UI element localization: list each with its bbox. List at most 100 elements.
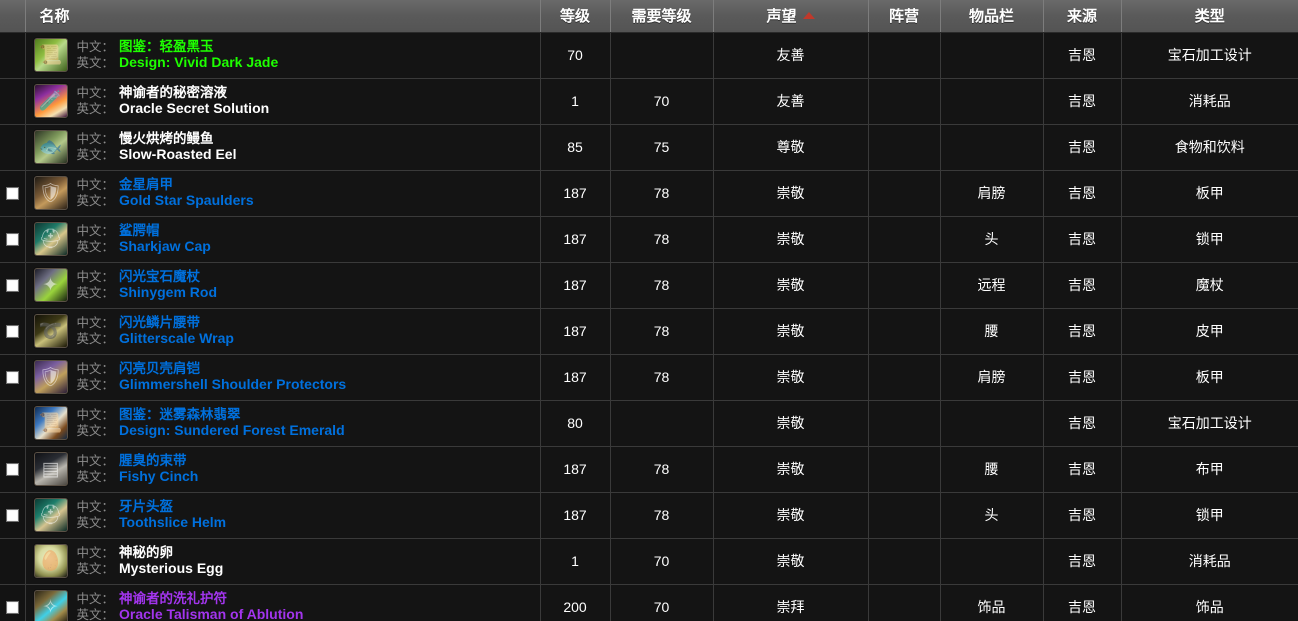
checkbox-unchecked-icon[interactable] bbox=[5, 600, 19, 614]
table-row[interactable]: ⛑ 中文： 牙片头盔 英文： Toothslice Helm 187 78 崇敬 头 吉恩 锁甲 bbox=[0, 492, 1298, 539]
item-name-english[interactable]: Oracle Talisman of Ablution bbox=[119, 607, 303, 621]
table-row[interactable]: 🛡 中文： 闪亮贝壳肩铠 英文： Glimmershell Shoulder Prote… bbox=[0, 354, 1298, 401]
item-name-english[interactable]: Design: Sundered Forest Emerald bbox=[119, 423, 345, 439]
column-header-type[interactable]: 类型 bbox=[1121, 0, 1298, 33]
table-row[interactable]: 📜 中文： 图鉴：轻盈黑玉 英文： Design: Vivid Dark Jade 70 友… bbox=[0, 32, 1298, 79]
table-row[interactable]: 🐟 中文： 慢火烘烤的鳗鱼 英文： Slow-Roasted Eel 85 75 尊敬 吉恩 食物… bbox=[0, 124, 1298, 171]
language-tag-en: 英文： bbox=[76, 608, 115, 621]
item-name-chinese[interactable]: 闪光鳞片腰带 bbox=[119, 315, 200, 330]
reputation-cell: 崇敬 bbox=[713, 400, 869, 447]
source-value: 吉恩 bbox=[1068, 369, 1096, 385]
item-type-cell: 板甲 bbox=[1121, 170, 1298, 217]
item-name-chinese[interactable]: 闪光宝石魔杖 bbox=[119, 269, 200, 284]
column-header-reqlvl[interactable]: 需要等级 bbox=[610, 0, 714, 33]
rep-value: 崇敬 bbox=[776, 231, 805, 247]
source-cell: 吉恩 bbox=[1043, 78, 1122, 125]
cloth-belt-icon[interactable]: ▤ bbox=[33, 452, 68, 486]
item-name-english[interactable]: Design: Vivid Dark Jade bbox=[119, 55, 278, 71]
design-scroll-jade-icon[interactable]: 📜 bbox=[33, 38, 68, 72]
item-name-row-cn: 中文： 牙片头盔 bbox=[77, 499, 227, 514]
item-name-chinese[interactable]: 金星肩甲 bbox=[119, 177, 173, 192]
item-name-english[interactable]: Fishy Cinch bbox=[119, 469, 198, 485]
item-name-cell: 🥚 中文： 神秘的卵 英文： Mysterious Egg bbox=[25, 538, 541, 585]
item-name-chinese[interactable]: 牙片头盔 bbox=[119, 499, 173, 514]
design-scroll-emerald-icon[interactable]: 📜 bbox=[33, 406, 68, 440]
magic-wand-icon[interactable]: ✦ bbox=[33, 268, 68, 302]
item-name-english[interactable]: Sharkjaw Cap bbox=[119, 239, 211, 255]
potion-flask-icon[interactable]: 🧪 bbox=[33, 84, 68, 118]
column-header-rep[interactable]: 声望 bbox=[713, 0, 869, 33]
item-type-cell: 锁甲 bbox=[1121, 216, 1298, 263]
required-level-cell: 78 bbox=[610, 216, 714, 263]
plate-shoulder-armor-icon[interactable]: 🛡 bbox=[33, 360, 68, 394]
row-select-cell[interactable] bbox=[0, 492, 26, 539]
language-tag-cn: 中文： bbox=[76, 408, 115, 423]
column-header-slot[interactable]: 物品栏 bbox=[940, 0, 1044, 33]
required-level-cell: 70 bbox=[610, 584, 714, 621]
leather-belt-icon[interactable]: ➰ bbox=[33, 314, 68, 348]
row-select-cell[interactable] bbox=[0, 262, 26, 309]
plate-shoulder-armor-icon[interactable]: 🛡 bbox=[33, 176, 68, 210]
column-header-check[interactable] bbox=[0, 0, 26, 33]
table-row[interactable]: 🛡 中文： 金星肩甲 英文： Gold Star Spaulders 187 78 崇敬 肩膀 吉… bbox=[0, 170, 1298, 217]
checkbox-unchecked-icon[interactable] bbox=[5, 232, 19, 246]
table-row[interactable]: ▤ 中文： 腥臭的束带 英文： Fishy Cinch 187 78 崇敬 腰 吉恩 布甲 bbox=[0, 446, 1298, 493]
checkbox-unchecked-icon[interactable] bbox=[5, 186, 19, 200]
item-name-chinese[interactable]: 慢火烘烤的鳗鱼 bbox=[119, 131, 214, 146]
checkbox-unchecked-icon[interactable] bbox=[5, 324, 19, 338]
row-select-cell[interactable] bbox=[0, 308, 26, 355]
row-select-cell[interactable] bbox=[0, 446, 26, 493]
language-tag-cn: 中文： bbox=[76, 40, 115, 55]
mail-helm-icon[interactable]: ⛑ bbox=[33, 498, 68, 532]
item-icon-glyph: ⛑ bbox=[38, 504, 63, 526]
row-select-cell[interactable] bbox=[0, 584, 26, 621]
row-select-cell[interactable] bbox=[0, 170, 26, 217]
reputation-cell: 崇敬 bbox=[713, 492, 869, 539]
type-value: 板甲 bbox=[1195, 185, 1224, 201]
checkbox-unchecked-icon[interactable] bbox=[5, 462, 19, 476]
table-row[interactable]: 📜 中文： 图鉴：迷雾森林翡翠 英文： Design: Sundered Forest … bbox=[0, 400, 1298, 447]
item-name-english[interactable]: Slow-Roasted Eel bbox=[119, 147, 236, 163]
table-row[interactable]: 🥚 中文： 神秘的卵 英文： Mysterious Egg 1 70 崇敬 吉恩 消耗品 bbox=[0, 538, 1298, 585]
item-icon-glyph: 🧪 bbox=[38, 90, 63, 112]
type-value: 食物和饮料 bbox=[1174, 139, 1245, 155]
item-name-chinese[interactable]: 神谕者的秘密溶液 bbox=[119, 85, 227, 100]
item-name-chinese[interactable]: 闪亮贝壳肩铠 bbox=[119, 361, 200, 376]
column-header-side[interactable]: 阵营 bbox=[868, 0, 941, 33]
column-header-level[interactable]: 等级 bbox=[540, 0, 611, 33]
item-type-cell: 皮甲 bbox=[1121, 308, 1298, 355]
item-name-english[interactable]: Oracle Secret Solution bbox=[119, 101, 269, 117]
item-name-english[interactable]: Shinygem Rod bbox=[119, 285, 217, 301]
mail-helm-icon[interactable]: ⛑ bbox=[33, 222, 68, 256]
roasted-eel-food-icon[interactable]: 🐟 bbox=[33, 130, 68, 164]
item-name-english[interactable]: Gold Star Spaulders bbox=[119, 193, 254, 209]
checkbox-unchecked-icon[interactable] bbox=[5, 508, 19, 522]
table-row[interactable]: ✧ 中文： 神谕者的洗礼护符 英文： Oracle Talisman of Abluti… bbox=[0, 584, 1298, 621]
column-header-name[interactable]: 名称 bbox=[25, 0, 541, 33]
checkbox-unchecked-icon[interactable] bbox=[5, 278, 19, 292]
table-row[interactable]: ⛑ 中文： 鲨腭帽 英文： Sharkjaw Cap 187 78 崇敬 头 吉恩 锁甲 bbox=[0, 216, 1298, 263]
item-name-chinese[interactable]: 腥臭的束带 bbox=[119, 453, 187, 468]
type-value: 宝石加工设计 bbox=[1167, 415, 1252, 431]
row-select-cell[interactable] bbox=[0, 216, 26, 263]
row-select-cell[interactable] bbox=[0, 354, 26, 401]
item-name-chinese[interactable]: 图鉴：迷雾森林翡翠 bbox=[119, 407, 241, 422]
item-name-chinese[interactable]: 图鉴：轻盈黑玉 bbox=[119, 39, 214, 54]
item-name-english[interactable]: Glimmershell Shoulder Protectors bbox=[119, 377, 346, 393]
table-row[interactable]: 🧪 中文： 神谕者的秘密溶液 英文： Oracle Secret Solution 1 70… bbox=[0, 78, 1298, 125]
item-name-english[interactable]: Mysterious Egg bbox=[119, 561, 223, 577]
table-row[interactable]: ✦ 中文： 闪光宝石魔杖 英文： Shinygem Rod 187 78 崇敬 远程 吉恩 魔杖 bbox=[0, 262, 1298, 309]
language-tag-en: 英文： bbox=[76, 102, 115, 117]
item-name-chinese[interactable]: 神谕者的洗礼护符 bbox=[119, 591, 227, 606]
sort-ascending-triangle-icon[interactable] bbox=[802, 12, 815, 20]
mystery-egg-icon[interactable]: 🥚 bbox=[33, 544, 68, 578]
item-name-english[interactable]: Glitterscale Wrap bbox=[119, 331, 234, 347]
rune-talisman-icon[interactable]: ✧ bbox=[33, 590, 68, 621]
checkbox-unchecked-icon[interactable] bbox=[5, 370, 19, 384]
column-header-source[interactable]: 来源 bbox=[1043, 0, 1122, 33]
table-row[interactable]: ➰ 中文： 闪光鳞片腰带 英文： Glitterscale Wrap 187 78 崇敬 腰 吉恩… bbox=[0, 308, 1298, 355]
item-name-chinese[interactable]: 鲨腭帽 bbox=[119, 223, 160, 238]
reqlvl-value: 70 bbox=[653, 553, 670, 569]
item-name-chinese[interactable]: 神秘的卵 bbox=[119, 545, 173, 560]
item-name-english[interactable]: Toothslice Helm bbox=[119, 515, 226, 531]
